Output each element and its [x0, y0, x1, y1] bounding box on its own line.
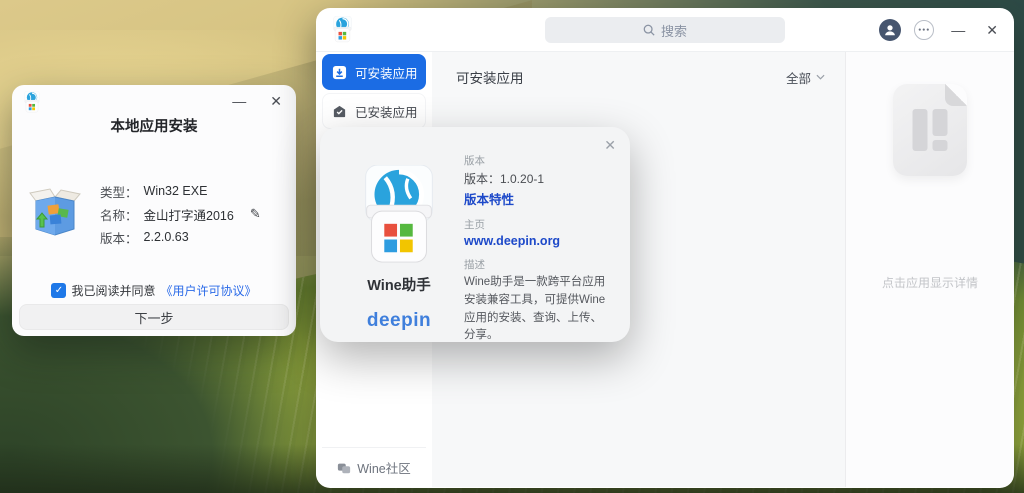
field-name: 名称： 金山打字通2016 ✎ [100, 206, 261, 222]
page-fold [945, 84, 967, 106]
details-placeholder-icon [893, 84, 967, 176]
field-value: 2.2.0.63 [144, 230, 189, 244]
license-link[interactable]: 《用户许可协议》 [161, 282, 257, 299]
store-window-controls: ●●● — ✕ [879, 8, 1002, 52]
dialog-app-summary: Wine助手 deepin [344, 153, 454, 354]
field-type: 类型： Win32 EXE [100, 183, 261, 199]
install-icon [332, 65, 347, 80]
version-value: 版本：1.0.20-1 [464, 170, 612, 187]
details-hint-text: 点击应用显示详情 [882, 274, 978, 291]
deepin-logo: deepin [344, 310, 454, 332]
screen: — ✕ 本地应用安装 类型： [0, 0, 1024, 493]
app-store-window: 搜索 ●●● — ✕ [316, 8, 1014, 488]
dialog-content: Wine助手 deepin 版本 版本：1.0.20-1 版本特性 主页 [320, 127, 630, 354]
package-icon [28, 185, 82, 239]
edit-pencil-icon[interactable]: ✎ [250, 206, 261, 222]
sidebar-item-label: 可安装应用 [355, 63, 418, 82]
installed-icon [332, 104, 347, 119]
description-text: Wine助手是一款跨平台应用安装兼容工具，可提供Wine应用的安装、查询、上传、… [464, 274, 612, 345]
installer-window-controls: — ✕ [228, 92, 286, 110]
user-icon [883, 23, 897, 37]
sidebar-item-installable-apps[interactable]: 可安装应用 [322, 54, 426, 90]
filter-label: 全部 [786, 68, 811, 87]
sidebar-item-wine-community[interactable]: Wine社区 [322, 447, 426, 487]
next-button[interactable]: 下一步 [19, 304, 289, 330]
search-input[interactable]: 搜索 [545, 17, 785, 43]
filter-dropdown[interactable]: 全部 [786, 68, 825, 87]
layout-glyph [913, 109, 948, 151]
dialog-app-details: 版本 版本：1.0.20-1 版本特性 主页 www.deepin.org 描述… [454, 153, 612, 354]
app-details-panel: 点击应用显示详情 [846, 52, 1014, 487]
close-button[interactable]: ✕ [266, 92, 286, 110]
field-version: 版本： 2.2.0.63 [100, 229, 261, 245]
installer-fields: 类型： Win32 EXE 名称： 金山打字通2016 ✎ 版本： 2.2.0.… [100, 181, 261, 252]
content-title: 可安装应用 [456, 67, 524, 87]
dialog-app-name: Wine助手 [344, 274, 454, 295]
dialog-close-icon[interactable]: ✕ [604, 137, 616, 154]
app-list-panel: 可安装应用 全部 ✕ [432, 52, 846, 487]
minimize-button[interactable]: — [228, 92, 250, 110]
search-placeholder: 搜索 [661, 21, 687, 40]
homepage-link[interactable]: www.deepin.org [464, 234, 612, 248]
content-header: 可安装应用 全部 [432, 52, 845, 87]
wine-helper-app-icon [329, 16, 356, 43]
sidebar-item-installed-apps[interactable]: 已安装应用 [322, 93, 426, 129]
check-icon: ✓ [55, 286, 63, 296]
user-avatar-button[interactable] [879, 19, 901, 41]
chevron-down-icon [816, 74, 825, 80]
installer-app-info: 类型： Win32 EXE 名称： 金山打字通2016 ✎ 版本： 2.2.0.… [28, 181, 261, 252]
community-icon [337, 461, 351, 475]
installer-window: — ✕ 本地应用安装 类型： [12, 85, 296, 336]
store-body: 可安装应用 已安装应用 我添加的应用 [316, 52, 1014, 487]
agreement-text: 我已阅读并同意 [71, 282, 155, 299]
installer-titlebar: — ✕ [12, 85, 296, 115]
close-button[interactable]: ✕ [982, 21, 1002, 39]
field-label: 版本： [100, 228, 138, 247]
dialog-homepage-group: 主页 www.deepin.org [464, 217, 612, 248]
version-features-link[interactable]: 版本特性 [464, 189, 612, 208]
description-label: 描述 [464, 257, 612, 272]
field-value: 金山打字通2016 [144, 205, 234, 224]
app-detail-dialog: ✕ [320, 127, 630, 342]
agree-checkbox[interactable]: ✓ [51, 283, 66, 298]
dialog-description-group: 描述 Wine助手是一款跨平台应用安装兼容工具，可提供Wine应用的安装、查询、… [464, 257, 612, 345]
field-value: Win32 EXE [144, 184, 208, 198]
dots-icon: ●●● [918, 27, 930, 33]
sidebar-community-label: Wine社区 [357, 458, 410, 477]
homepage-label: 主页 [464, 217, 612, 232]
search-icon [643, 24, 655, 36]
field-label: 类型： [100, 182, 138, 201]
store-titlebar: 搜索 ●●● — ✕ [316, 8, 1014, 52]
installer-title: 本地应用安装 [12, 115, 296, 136]
version-label: 版本 [464, 153, 612, 168]
field-label: 名称： [100, 205, 138, 224]
dialog-version-group: 版本 版本：1.0.20-1 版本特性 [464, 153, 612, 208]
agreement-row: ✓ 我已阅读并同意 《用户许可协议》 [12, 282, 296, 299]
wine-helper-app-icon [353, 165, 445, 265]
menu-button[interactable]: ●●● [914, 20, 934, 40]
minimize-button[interactable]: — [947, 21, 969, 39]
sidebar-item-label: 已安装应用 [355, 102, 418, 121]
wine-helper-app-icon [21, 91, 43, 113]
